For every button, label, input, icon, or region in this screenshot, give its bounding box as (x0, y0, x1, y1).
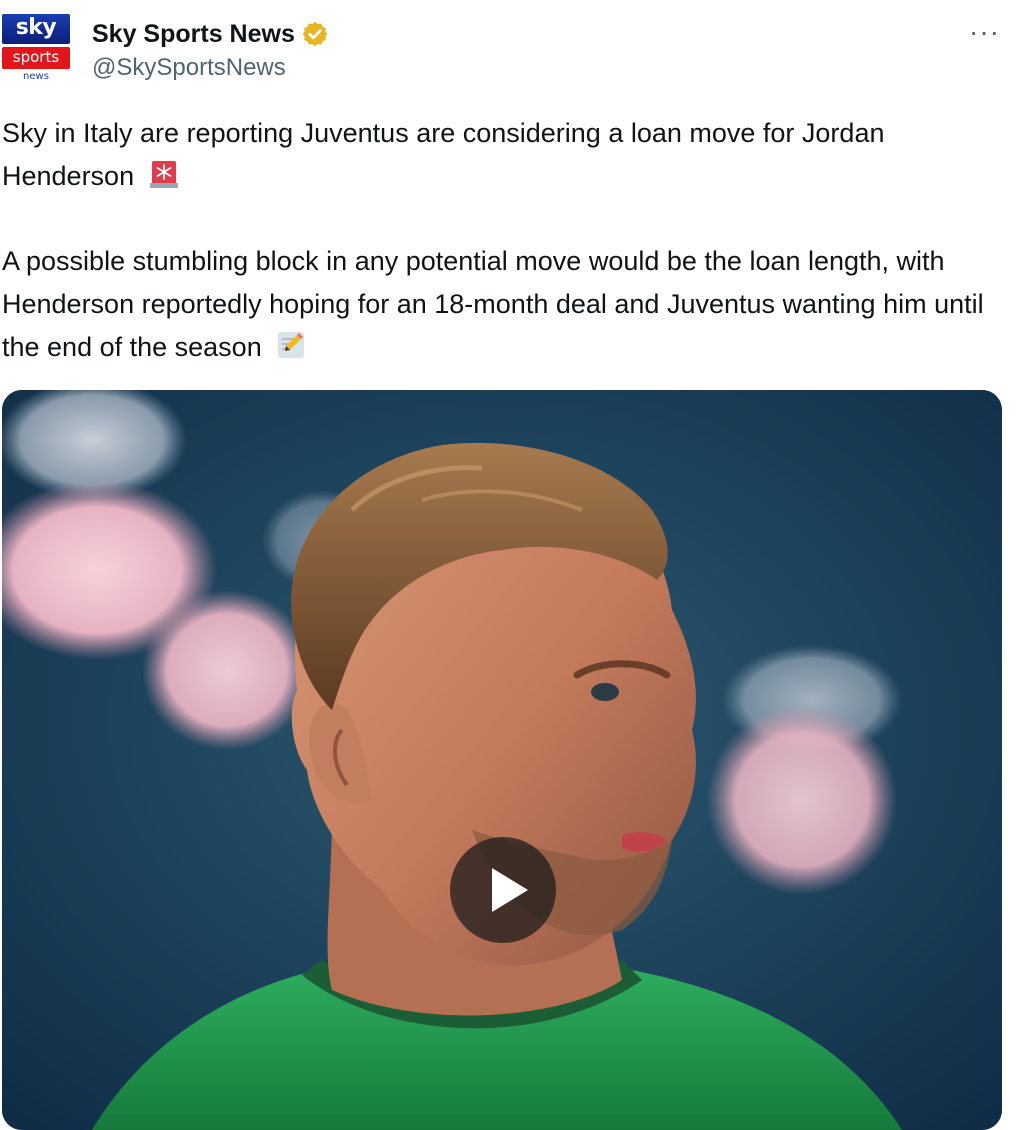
verified-badge-icon[interactable] (301, 20, 329, 48)
avatar-logo-sports: sports (2, 47, 70, 69)
tweet-card: sky sports news Sky Sports News @SkySpor… (0, 0, 1030, 1130)
name-row: Sky Sports News (92, 18, 329, 50)
avatar-logo-sky: sky (2, 14, 70, 44)
tweet-paragraph-1: Sky in Italy are reporting Juventus are … (2, 112, 1012, 198)
tweet-text: Sky in Italy are reporting Juventus are … (2, 112, 1012, 369)
more-options-icon[interactable]: ··· (969, 18, 1000, 46)
police-light-icon (149, 161, 178, 188)
tweet-paragraph-2: A possible stumbling block in any potent… (2, 240, 1012, 369)
play-button[interactable] (450, 837, 556, 943)
video-media[interactable] (2, 390, 1002, 1130)
display-name[interactable]: Sky Sports News (92, 20, 295, 49)
account-handle[interactable]: @SkySportsNews (92, 54, 286, 82)
video-thumbnail (2, 390, 1002, 1130)
memo-pencil-icon (278, 332, 305, 358)
avatar-logo-news: news (23, 71, 49, 82)
play-icon (492, 868, 528, 912)
tweet-paragraph-1-text: Sky in Italy are reporting Juventus are … (2, 118, 885, 191)
avatar[interactable]: sky sports news (0, 14, 72, 86)
tweet-paragraph-2-text: A possible stumbling block in any potent… (2, 246, 984, 362)
